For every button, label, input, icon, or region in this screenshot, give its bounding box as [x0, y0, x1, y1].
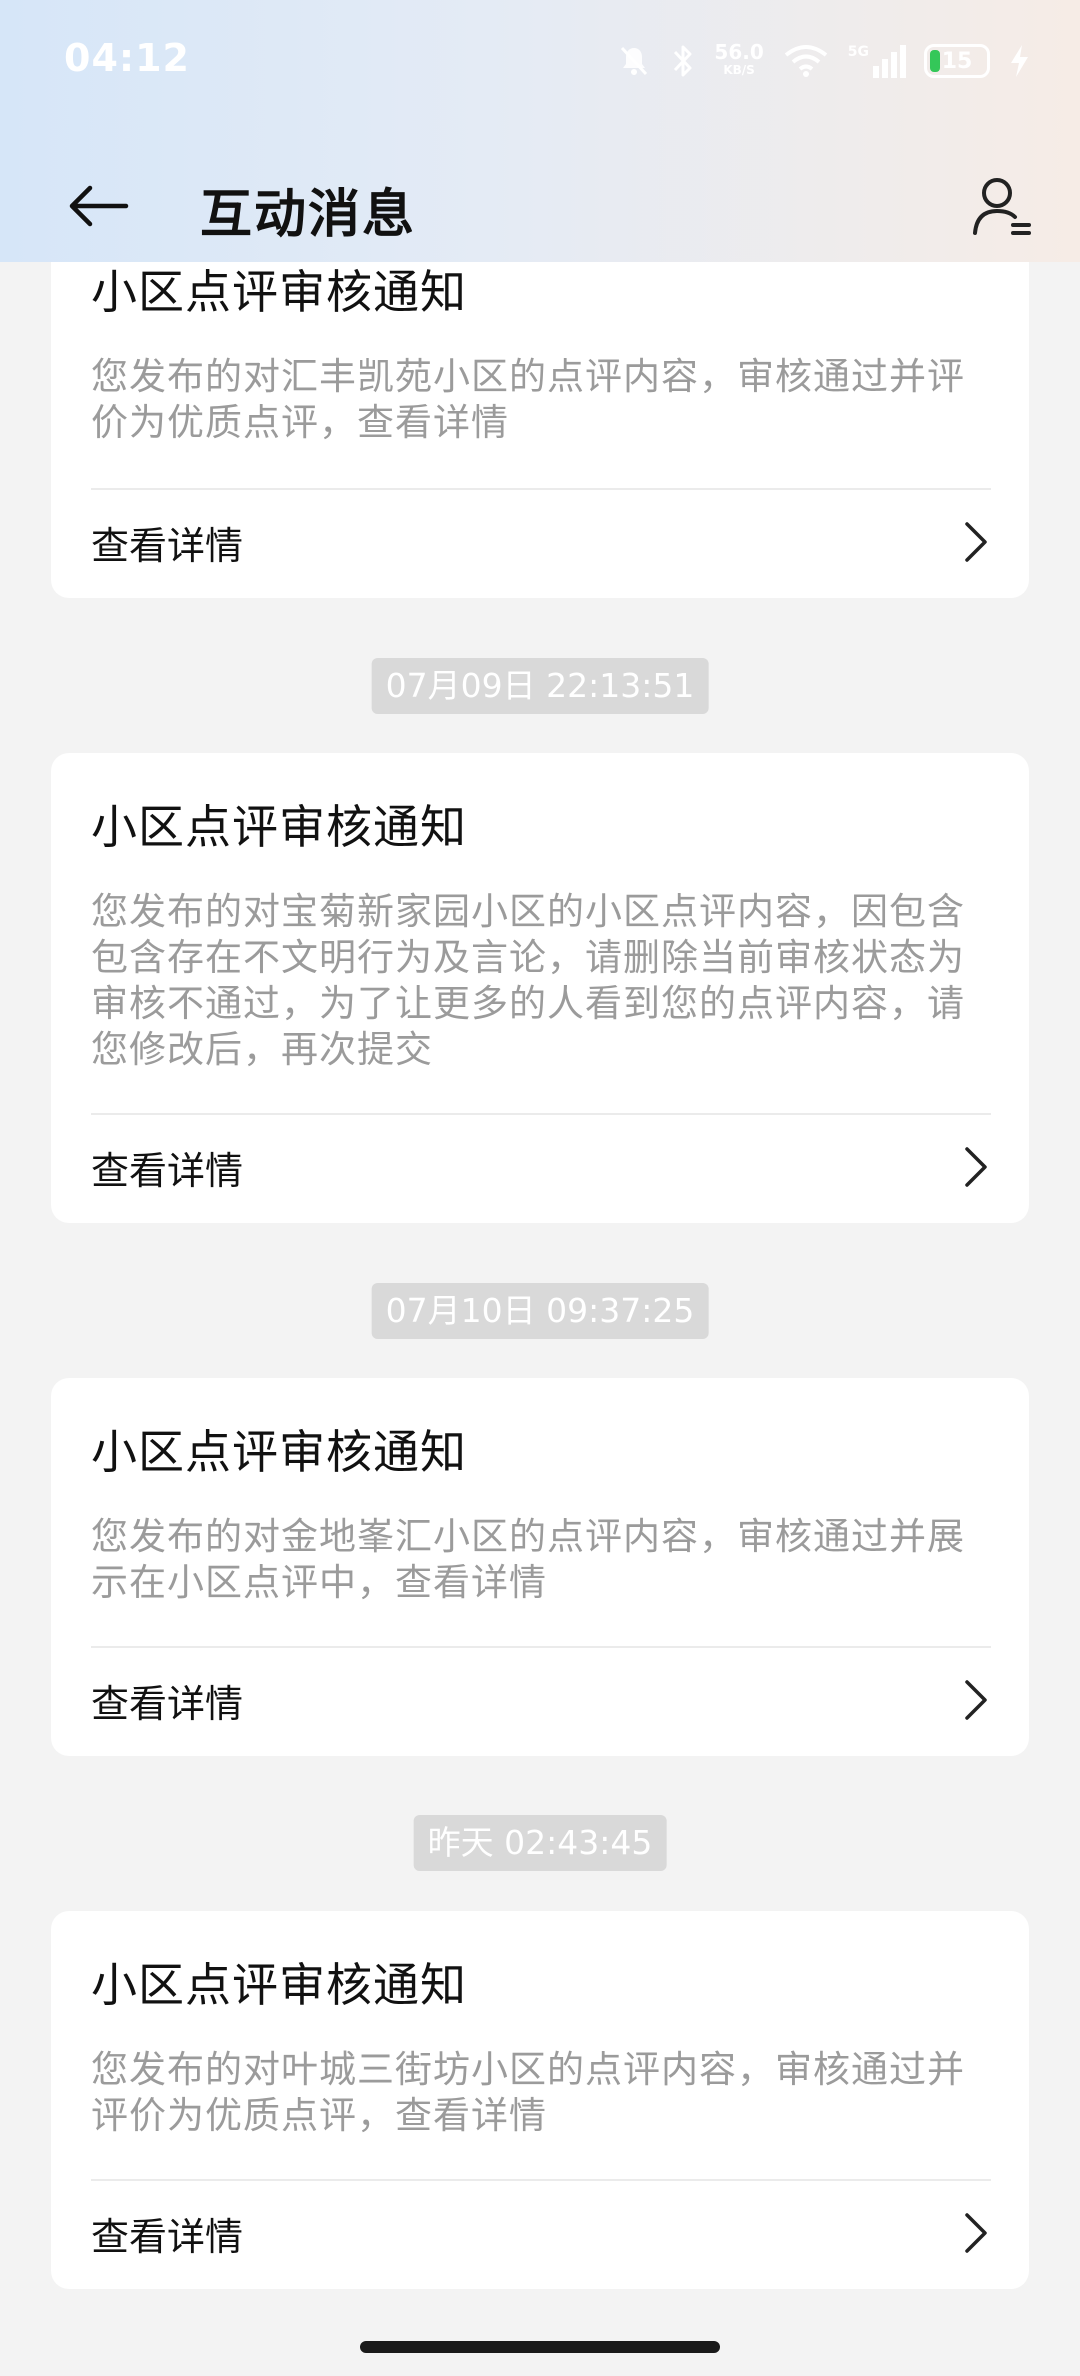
charging-bolt-icon [1011, 45, 1028, 77]
signal-bars-icon [873, 45, 906, 78]
view-details-label: 查看详情 [91, 1148, 244, 1193]
status-icons: 56.0 KB/S 5G 15 [616, 36, 1030, 86]
home-indicator[interactable] [360, 2341, 720, 2353]
timestamp: 07月10日 09:37:25 [371, 1283, 709, 1339]
message-title: 小区点评审核通知 [91, 800, 467, 854]
message-title: 小区点评审核通知 [91, 1425, 467, 1479]
divider [91, 488, 991, 490]
message-body: 您发布的对金地峯汇小区的点评内容，审核通过并展示在小区点评中，查看详情 [91, 1515, 965, 1604]
view-details-label: 查看详情 [91, 2214, 244, 2259]
view-details-row[interactable]: 查看详情 [91, 1127, 991, 1207]
timestamp: 昨天 02:43:45 [413, 1815, 667, 1871]
chevron-right-icon [965, 522, 987, 562]
battery-indicator: 15 [924, 44, 990, 78]
message-card: 小区点评审核通知 您发布的对叶城三街坊小区的点评内容，审核通过并评价为优质点评，… [51, 1911, 1029, 2289]
divider [91, 1646, 991, 1648]
signal-type-label: 5G [847, 44, 869, 60]
message-card: 小区点评审核通知 您发布的对金地峯汇小区的点评内容，审核通过并展示在小区点评中，… [51, 1378, 1029, 1756]
message-title: 小区点评审核通知 [91, 1958, 467, 2012]
battery-level: 15 [941, 48, 973, 74]
header: 04:12 56.0 KB/S 5G 15 互动消息 [0, 0, 1080, 262]
bluetooth-icon [674, 45, 692, 77]
divider [91, 1113, 991, 1115]
status-bar: 04:12 56.0 KB/S 5G 15 [0, 0, 1080, 120]
profile-button[interactable] [962, 166, 1042, 246]
screen: 小区点评审核通知 您发布的对汇丰凯苑小区的点评内容，审核通过并评价为优质点评，查… [0, 0, 1080, 2376]
user-list-icon [973, 178, 1031, 235]
wifi-icon [784, 45, 828, 77]
view-details-label: 查看详情 [91, 523, 244, 568]
chevron-right-icon [965, 1680, 987, 1720]
back-button[interactable] [58, 166, 138, 246]
message-body: 您发布的对叶城三街坊小区的点评内容，审核通过并评价为优质点评，查看详情 [91, 2048, 965, 2137]
page-title: 互动消息 [200, 185, 417, 245]
view-details-label: 查看详情 [91, 1681, 244, 1726]
mute-bell-icon [621, 46, 648, 76]
cellular-signal: 5G [848, 44, 906, 78]
chevron-right-icon [965, 1147, 987, 1187]
status-time: 04:12 [64, 36, 190, 80]
message-card: 小区点评审核通知 您发布的对宝菊新家园小区的小区点评内容，因包含包含存在不文明行… [51, 753, 1029, 1223]
message-title: 小区点评审核通知 [91, 265, 467, 319]
chevron-right-icon [965, 2213, 987, 2253]
view-details-row[interactable]: 查看详情 [91, 2193, 991, 2273]
message-body: 您发布的对汇丰凯苑小区的点评内容，审核通过并评价为优质点评，查看详情 [91, 355, 965, 444]
timestamp: 07月09日 22:13:51 [371, 658, 709, 714]
message-body: 您发布的对宝菊新家园小区的小区点评内容，因包含包含存在不文明行为及言论，请删除当… [91, 890, 965, 1071]
nav-bar: 互动消息 [0, 150, 1080, 260]
network-speed: 56.0 KB/S [714, 42, 763, 79]
view-details-row[interactable]: 查看详情 [91, 1660, 991, 1740]
divider [91, 2179, 991, 2181]
view-details-row[interactable]: 查看详情 [91, 502, 991, 582]
back-arrow-icon [69, 185, 129, 227]
battery-level-fill [930, 50, 940, 72]
